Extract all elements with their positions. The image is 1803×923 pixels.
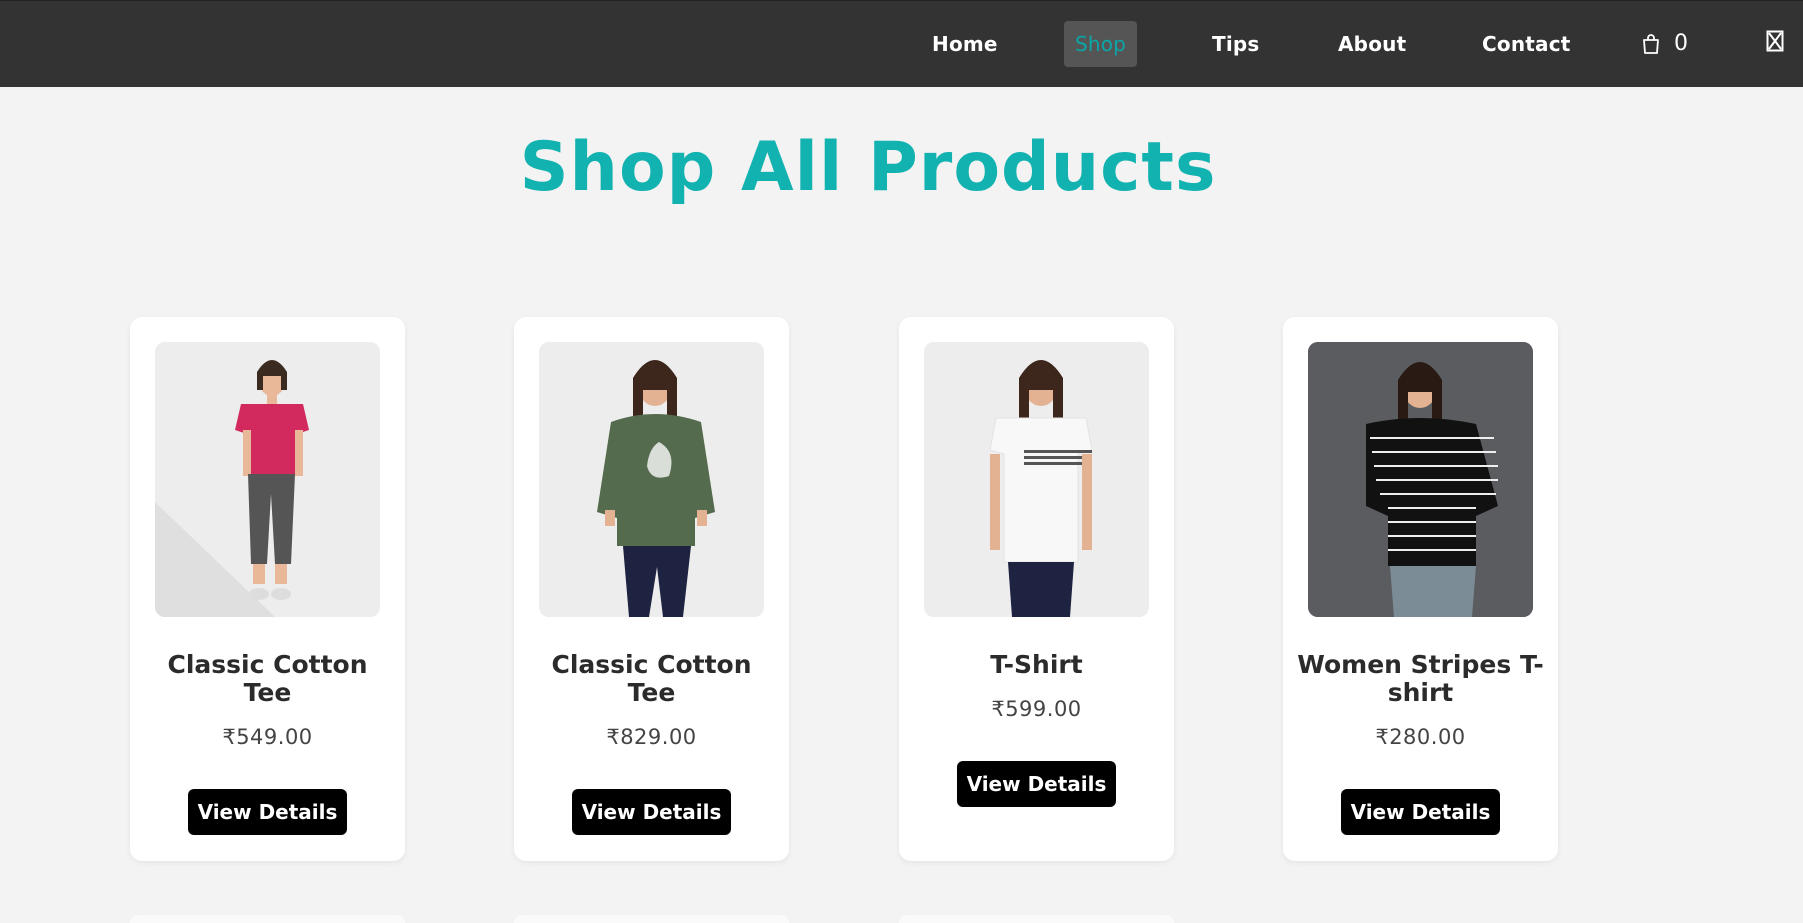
cart-button[interactable]: 0	[1640, 21, 1688, 67]
product-price: ₹280.00	[1375, 725, 1466, 749]
main-nav: Home Shop Tips About Contact 0	[0, 1, 1803, 88]
view-details-button[interactable]: View Details	[188, 789, 347, 835]
view-details-button[interactable]: View Details	[1341, 789, 1500, 835]
top-navbar: Home Shop Tips About Contact 0	[0, 0, 1803, 87]
nav-about-link[interactable]: About	[1338, 21, 1406, 67]
nav-home-link[interactable]: Home	[932, 21, 998, 67]
next-row-card-edge	[130, 915, 405, 923]
product-image[interactable]	[924, 342, 1149, 617]
nav-shop-link[interactable]: Shop	[1064, 21, 1137, 67]
nav-contact-link[interactable]: Contact	[1482, 21, 1571, 67]
product-name: Classic Cotton Tee	[551, 650, 752, 707]
model-photo-illustration	[155, 342, 380, 617]
product-card: Classic Cotton Tee ₹829.00 View Details	[514, 317, 789, 861]
page-title: Shop All Products	[519, 128, 1217, 207]
product-image[interactable]	[1308, 342, 1533, 617]
model-photo-illustration	[539, 342, 764, 617]
product-name: T-Shirt	[990, 650, 1083, 679]
next-row-card-edge	[514, 915, 789, 923]
product-price: ₹829.00	[606, 725, 697, 749]
product-image[interactable]	[155, 342, 380, 617]
product-image[interactable]	[539, 342, 764, 617]
shopping-bag-icon	[1643, 34, 1659, 54]
nav-tips-link[interactable]: Tips	[1212, 21, 1260, 67]
product-price: ₹599.00	[991, 697, 1082, 721]
view-details-button[interactable]: View Details	[957, 761, 1116, 807]
product-card: T-Shirt ₹599.00 View Details	[899, 317, 1174, 861]
product-price: ₹549.00	[222, 725, 313, 749]
product-card: Women Stripes T-shirt ₹280.00 View Detai…	[1283, 317, 1558, 861]
next-row-card-edge	[899, 915, 1174, 923]
view-details-button[interactable]: View Details	[572, 789, 731, 835]
model-photo-illustration	[924, 342, 1149, 617]
product-name: Classic Cotton Tee	[167, 650, 368, 707]
product-card: Classic Cotton Tee ₹549.00 View Details	[130, 317, 405, 861]
close-icon[interactable]	[1766, 30, 1784, 52]
product-name: Women Stripes T-shirt	[1297, 650, 1544, 707]
product-grid: Classic Cotton Tee ₹549.00 View Details …	[130, 317, 1580, 861]
model-photo-illustration	[1308, 342, 1533, 617]
cart-count: 0	[1674, 31, 1688, 56]
